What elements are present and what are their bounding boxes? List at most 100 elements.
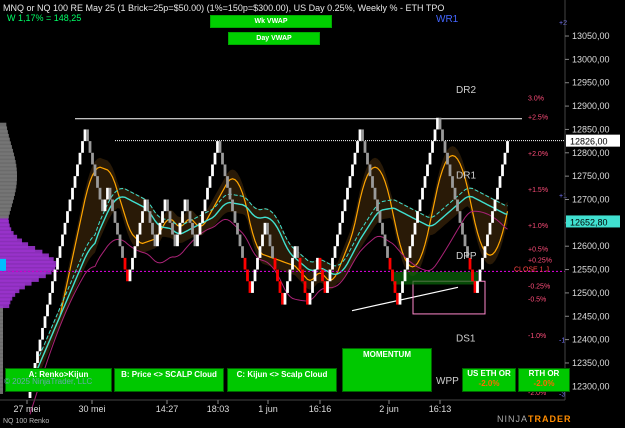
- weekly-pct-label: +0.5%: [528, 247, 548, 254]
- bear-brick: [378, 211, 382, 223]
- bear-brick: [111, 199, 114, 212]
- bear-brick: [88, 141, 92, 153]
- weekly-pct-label: +1.5%: [528, 187, 548, 194]
- bear-brick: [98, 187, 102, 200]
- bull-brick: [286, 281, 289, 293]
- bear-brick: [443, 141, 447, 153]
- x-tick-label: 27 mei: [13, 404, 40, 414]
- bear-brick: [306, 292, 309, 305]
- renko-chart[interactable]: WR1 DR2 DR1 DPP CLOSE 1 J DS1 WPP 3.0% +2.5% +2.0…: [0, 0, 625, 428]
- y-tick-label: 12750,00: [572, 171, 610, 181]
- bull-brick: [428, 152, 432, 165]
- bull-brick: [106, 187, 109, 200]
- bull-brick: [356, 141, 359, 153]
- weekly-pct-label: -1.0%: [528, 333, 546, 340]
- bull-brick: [481, 257, 484, 270]
- bear-brick: [361, 129, 364, 142]
- bear-brick: [241, 246, 244, 258]
- bull-brick: [203, 199, 207, 212]
- bear-brick: [303, 281, 307, 293]
- bull-brick: [156, 234, 159, 247]
- ninjatrader-logo: NINJATRADER: [497, 414, 572, 424]
- bull-brick: [133, 246, 137, 258]
- bull-brick: [143, 199, 147, 212]
- bear-brick: [231, 199, 234, 212]
- bull-brick: [498, 176, 502, 188]
- bull-brick: [161, 211, 164, 223]
- bear-brick: [173, 234, 177, 247]
- bear-brick: [191, 222, 194, 235]
- bear-brick: [168, 211, 172, 223]
- wk-vwap-button[interactable]: Wk VWAP: [210, 15, 332, 28]
- bull-brick: [61, 234, 64, 247]
- bull-brick: [201, 211, 204, 223]
- bear-brick: [108, 187, 112, 200]
- x-tick-label: 14:27: [156, 404, 179, 414]
- bull-brick: [353, 152, 357, 165]
- current-price-label: 12826,00: [570, 137, 608, 147]
- bear-brick: [383, 234, 387, 247]
- bear-brick: [278, 281, 282, 293]
- us-eth-or-value: -2.0%: [478, 379, 500, 388]
- level-label-ds1: DS1: [456, 333, 476, 344]
- x-tick-label: 2 jun: [379, 404, 399, 414]
- bull-brick: [183, 199, 187, 212]
- bull-brick: [256, 257, 259, 270]
- bull-brick: [351, 164, 354, 177]
- bull-brick: [486, 234, 489, 247]
- bull-brick: [358, 129, 362, 142]
- weekly-pct-label: 3.0%: [528, 96, 544, 103]
- bear-brick: [226, 176, 229, 188]
- bull-brick: [36, 351, 39, 363]
- bear-brick: [238, 234, 242, 247]
- bull-brick: [53, 269, 57, 282]
- second-price-label: 12652,80: [570, 217, 608, 227]
- bull-brick: [198, 222, 202, 235]
- weekly-pct-label: -0.25%: [528, 283, 550, 290]
- bull-brick: [503, 152, 507, 165]
- bull-brick: [326, 281, 329, 293]
- y-tick-label: 12500,00: [572, 288, 610, 298]
- bear-brick: [376, 199, 379, 212]
- bull-brick: [41, 327, 44, 340]
- day-pct-label: -1: [559, 338, 565, 345]
- y-tick-label: 12450,00: [572, 311, 610, 321]
- price-scalp-cloud-signal[interactable]: B: Price <> SCALP Cloud: [114, 368, 224, 392]
- bull-brick: [263, 222, 267, 235]
- bear-brick: [363, 141, 367, 153]
- bear-brick: [218, 141, 222, 153]
- bear-brick: [248, 281, 252, 293]
- bear-brick: [96, 176, 99, 188]
- bull-brick: [426, 164, 429, 177]
- y-tick-label: 12550,00: [572, 265, 610, 275]
- bull-brick: [181, 211, 184, 223]
- y-tick-label: 12600,00: [572, 241, 610, 251]
- bull-brick: [408, 246, 412, 258]
- bear-brick: [93, 164, 97, 177]
- momentum-signal[interactable]: MOMENTUM: [342, 348, 432, 392]
- bear-brick: [463, 234, 467, 247]
- us-eth-or-signal[interactable]: US ETH OR -2.0%: [462, 368, 516, 392]
- level-label-dpp: DPP: [456, 251, 477, 262]
- bear-brick: [171, 222, 174, 235]
- bull-brick: [216, 141, 219, 153]
- bear-brick: [451, 176, 454, 188]
- bull-brick: [128, 269, 132, 282]
- rth-or-signal[interactable]: RTH OR -2.0%: [518, 368, 570, 392]
- bull-brick: [208, 176, 212, 188]
- bear-brick: [86, 129, 89, 142]
- day-vwap-button[interactable]: Day VWAP: [228, 32, 320, 45]
- bull-brick: [403, 269, 407, 282]
- bull-brick: [63, 222, 67, 235]
- weekly-pct-label: -0.5%: [528, 297, 546, 304]
- instrument-footer: NQ 100 Renko: [3, 418, 50, 425]
- bear-brick: [193, 234, 197, 247]
- bear-brick: [321, 269, 324, 282]
- bull-brick: [141, 211, 144, 223]
- bull-brick: [81, 141, 84, 153]
- bull-brick: [253, 269, 257, 282]
- kijun-scalp-cloud-signal[interactable]: C: Kijun <> Scalp Cloud: [227, 368, 337, 392]
- bear-brick: [146, 199, 149, 212]
- bear-brick: [371, 176, 374, 188]
- weekly-pct-label: +1.0%: [528, 223, 548, 230]
